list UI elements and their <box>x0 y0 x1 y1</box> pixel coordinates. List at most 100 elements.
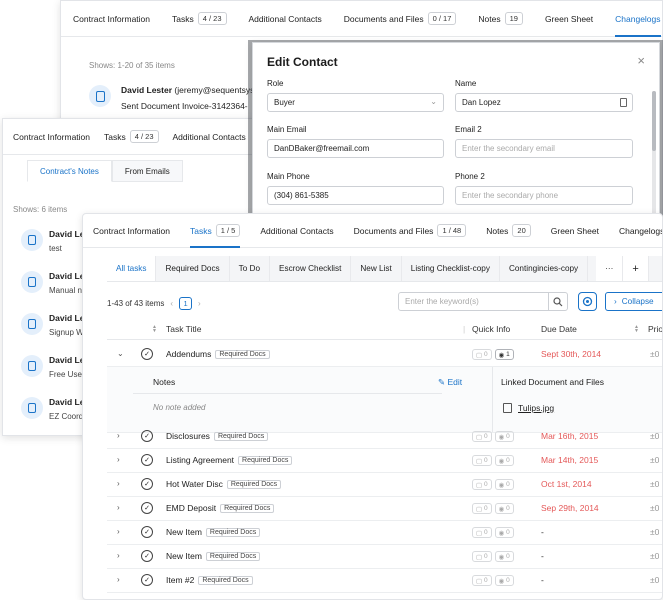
sort-icon[interactable]: ▲ ▼ <box>152 325 157 334</box>
table-row[interactable]: › ✓ New Item Required Docs ▢ 0 ◉ 0 - ±0 <box>107 521 662 545</box>
priority-value: ±0 <box>650 503 660 513</box>
table-row[interactable]: › ✓ New Item Required Docs ▢ 0 ◉ 0 - ±0 <box>107 545 662 569</box>
note-count-badge[interactable]: ▢ 0 <box>472 503 492 514</box>
task-tab-escrow-checklist[interactable]: Escrow Checklist <box>270 256 352 281</box>
file-count-badge[interactable]: ◉ 0 <box>494 455 514 466</box>
tab-contract-information[interactable]: Contract Information <box>13 119 90 154</box>
note-count-badge[interactable]: ▢ 0 <box>472 551 492 562</box>
note-count-badge[interactable]: ▢ 0 <box>472 575 492 586</box>
file-count-badge[interactable]: ◉ 1 <box>494 349 514 360</box>
chevron-right-icon[interactable]: › <box>117 455 120 464</box>
check-circle-icon[interactable]: ✓ <box>141 502 153 514</box>
check-circle-icon[interactable]: ✓ <box>141 574 153 586</box>
file-count-badge[interactable]: ◉ 0 <box>494 431 514 442</box>
note-count-badge[interactable]: ▢ 0 <box>472 455 492 466</box>
task-tab-new-list[interactable]: New List <box>351 256 402 281</box>
column-priority[interactable]: Prio <box>648 324 662 334</box>
subtab-from-emails[interactable]: From Emails <box>111 160 183 182</box>
subtab-contracts-notes[interactable]: Contract's Notes <box>27 160 112 182</box>
collapse-button[interactable]: › Collapse <box>605 292 662 311</box>
task-tab-contingincies-copy[interactable]: Contingincies-copy <box>500 256 589 281</box>
task-tab-all-tasks[interactable]: All tasks <box>107 256 157 281</box>
table-row[interactable]: › ✓ Hot Water Disc Required Docs ▢ 0 ◉ 0 O… <box>107 473 662 497</box>
close-icon[interactable]: × <box>637 53 645 68</box>
modal-scrollbar[interactable] <box>652 91 656 215</box>
tab-contract-information[interactable]: Contract Information <box>93 214 170 247</box>
chevron-right-icon[interactable]: › <box>117 431 120 440</box>
chevron-right-icon[interactable]: › <box>117 575 120 584</box>
edit-notes-button[interactable]: ✎ Edit <box>438 377 462 388</box>
column-due-date[interactable]: Due Date <box>541 324 577 334</box>
chevron-right-icon[interactable]: › <box>117 527 120 536</box>
note-count-badge[interactable]: ▢ 0 <box>472 431 492 442</box>
task-title: Listing Agreement Required Docs <box>166 455 293 465</box>
search-icon[interactable] <box>548 293 567 310</box>
table-row[interactable]: › ✓ Listing Agreement Required Docs ▢ 0 ◉ … <box>107 449 662 473</box>
email-field[interactable]: DanDBaker@freemail.com <box>267 139 444 158</box>
check-circle-icon[interactable]: ✓ <box>141 430 153 442</box>
chevron-right-icon[interactable]: › <box>117 503 120 512</box>
file-count-badge[interactable]: ◉ 0 <box>494 479 514 490</box>
file-name-link[interactable]: Tulips.jpg <box>518 403 554 413</box>
role-select[interactable]: Buyer ⌄ <box>267 93 444 112</box>
priority-value: ±0 <box>650 575 660 585</box>
table-row[interactable]: ⌄ ✓ Addendums Required Docs ▢ 0 ◉ 1 Sept 3… <box>107 343 662 367</box>
check-circle-icon[interactable]: ✓ <box>141 478 153 490</box>
contact-card-icon[interactable] <box>620 98 627 107</box>
next-page-icon[interactable]: › <box>198 299 201 308</box>
linked-file[interactable]: Tulips.jpg <box>503 403 554 413</box>
sort-icon[interactable]: ▲ ▼ <box>634 325 639 334</box>
phone2-field[interactable]: Enter the secondary phone <box>455 186 633 205</box>
name-field[interactable]: Dan Lopez <box>455 93 633 112</box>
note-count-badge[interactable]: ▢ 0 <box>472 527 492 538</box>
prev-page-icon[interactable]: ‹ <box>170 299 173 308</box>
task-tab-listing-checklist-copy[interactable]: Listing Checklist-copy <box>402 256 500 281</box>
note-count-badge[interactable]: ▢ 0 <box>472 479 492 490</box>
table-row[interactable]: › ✓ Item #2 Required Docs ▢ 0 ◉ 0 - ±0 <box>107 569 662 593</box>
table-row[interactable]: › ✓ EMD Deposit Required Docs ▢ 0 ◉ 0 Sep … <box>107 497 662 521</box>
tab-documents-and-files[interactable]: Documents and Files 1 / 48 <box>354 214 467 247</box>
search-input[interactable]: Enter the keyword(s) <box>398 292 568 311</box>
add-tab-button[interactable]: + <box>623 256 649 281</box>
chevron-right-icon[interactable]: › <box>117 551 120 560</box>
tab-additional-contacts[interactable]: Additional Contacts <box>173 119 246 154</box>
tab-notes[interactable]: Notes 20 <box>486 214 531 247</box>
quick-info: ▢ 0 ◉ 0 <box>472 527 514 538</box>
tab-green-sheet[interactable]: Green Sheet <box>551 214 599 247</box>
tab-tasks[interactable]: Tasks 4 / 23 <box>104 119 159 154</box>
file-count-badge[interactable]: ◉ 0 <box>494 551 514 562</box>
note-count-badge[interactable]: ▢ 0 <box>472 349 492 360</box>
tab-green-sheet[interactable]: Green Sheet <box>545 1 593 36</box>
check-circle-icon[interactable]: ✓ <box>141 550 153 562</box>
file-count-badge[interactable]: ◉ 0 <box>494 503 514 514</box>
tab-contract-information[interactable]: Contract Information <box>73 1 150 36</box>
scrollbar-thumb[interactable] <box>652 91 656 151</box>
chevron-down-icon[interactable]: ⌄ <box>117 349 124 358</box>
tab-label: Documents and Files <box>353 225 434 236</box>
tab-tasks[interactable]: Tasks 4 / 23 <box>172 1 227 36</box>
table-row[interactable]: › ✓ Disclosures Required Docs ▢ 0 ◉ 0 Mar … <box>107 425 662 449</box>
check-circle-icon[interactable]: ✓ <box>141 348 153 360</box>
phone-field[interactable]: (304) 861-5385 <box>267 186 444 205</box>
tab-additional-contacts[interactable]: Additional Contacts <box>249 1 322 36</box>
check-circle-icon[interactable]: ✓ <box>141 526 153 538</box>
settings-icon[interactable] <box>578 292 597 311</box>
tab-documents-and-files[interactable]: Documents and Files 0 / 17 <box>344 1 457 36</box>
task-title: EMD Deposit Required Docs <box>166 503 275 513</box>
tab-additional-contacts[interactable]: Additional Contacts <box>260 214 333 247</box>
file-count-badge[interactable]: ◉ 0 <box>494 527 514 538</box>
check-circle-icon[interactable]: ✓ <box>141 454 153 466</box>
page-number[interactable]: 1 <box>179 297 193 310</box>
task-tab-to-do[interactable]: To Do <box>230 256 271 281</box>
tab-tasks[interactable]: Tasks 1 / 5 <box>190 214 241 248</box>
task-tab-required-docs[interactable]: Required Docs <box>156 256 230 281</box>
column-task-title[interactable]: Task Title <box>166 324 201 334</box>
email2-field[interactable]: Enter the secondary email <box>455 139 633 158</box>
file-count-badge[interactable]: ◉ 0 <box>494 575 514 586</box>
tab-notes[interactable]: Notes 19 <box>478 1 523 36</box>
chevron-right-icon[interactable]: › <box>117 479 120 488</box>
more-tabs-button[interactable]: ··· <box>596 256 624 281</box>
tab-changelogs[interactable]: Changelogs <box>619 214 662 247</box>
note-text: EZ Coordi <box>49 412 86 421</box>
tab-changelogs[interactable]: Changelogs <box>615 1 661 37</box>
